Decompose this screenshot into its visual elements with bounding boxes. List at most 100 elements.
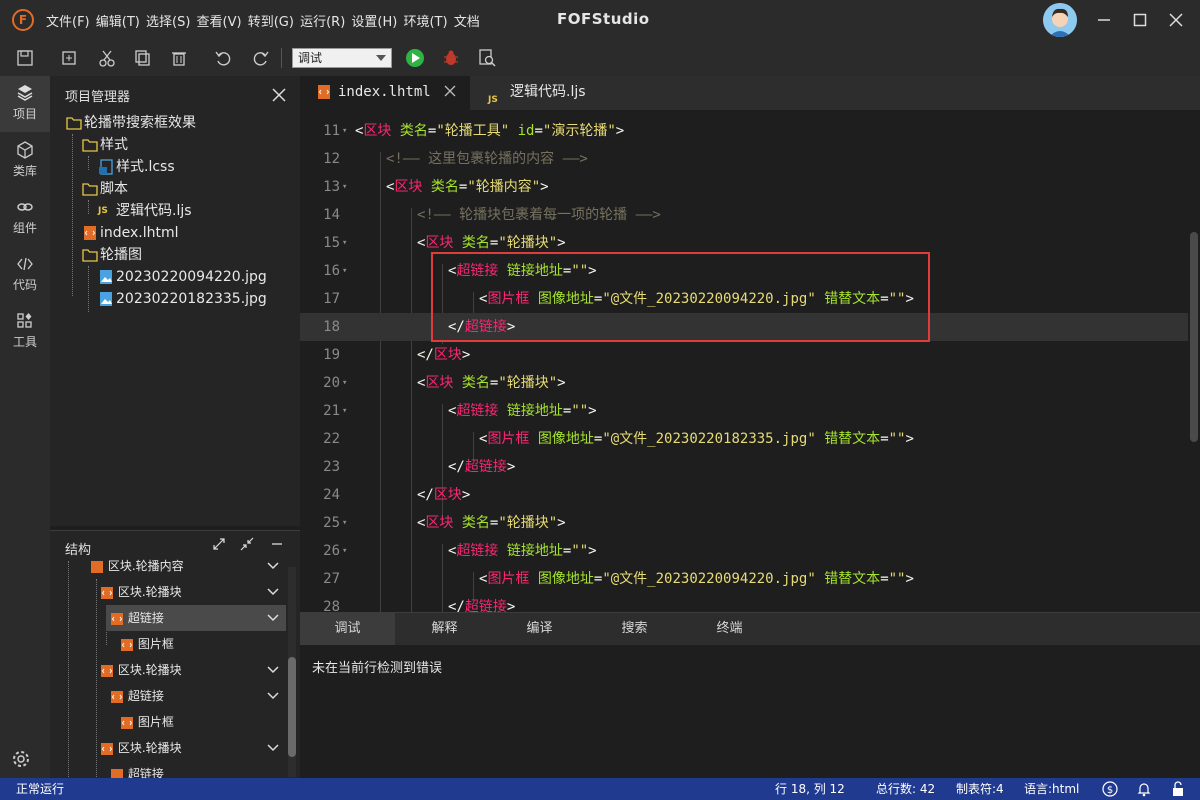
structure-row[interactable]: 超链接 <box>110 761 286 778</box>
dollar-icon[interactable]: $ <box>1102 781 1118 800</box>
code-editor[interactable]: 11 ▾ <区块 类名="轮播工具" id="演示轮播"> 12 <!—— 这里包裹轮播… <box>300 112 1200 612</box>
tab-logic-ljs[interactable]: JS 逻辑代码.ljs <box>472 76 622 110</box>
menu-view[interactable]: 查看(V) <box>197 15 242 30</box>
fold-chevron-icon[interactable]: ▾ <box>342 397 347 425</box>
redo-icon[interactable] <box>250 47 272 69</box>
structure-row[interactable]: 区块.轮播内容 <box>90 553 286 579</box>
cut-icon[interactable] <box>96 47 118 69</box>
tree-file-image[interactable]: 20230220094220.jpg <box>98 266 267 288</box>
fold-chevron-icon[interactable]: ▾ <box>342 257 347 285</box>
search-file-icon[interactable] <box>476 47 498 69</box>
status-tab-size[interactable]: 制表符:4 <box>956 778 1004 800</box>
tab-compile[interactable]: 编译 <box>492 613 587 645</box>
tab-close-icon[interactable] <box>444 85 456 101</box>
code-line[interactable]: 27 <图片框 图像地址="@文件_20230220094220.jpg" 错替文… <box>300 565 1200 593</box>
fold-chevron-icon[interactable]: ▾ <box>342 173 347 201</box>
structure-row[interactable]: 区块.轮播块 <box>100 579 286 605</box>
fold-chevron-icon[interactable]: ▾ <box>342 509 347 537</box>
structure-scrollbar-thumb[interactable] <box>288 657 296 757</box>
code-line[interactable]: 24 </区块> <box>300 481 1200 509</box>
menu-run[interactable]: 运行(R) <box>300 15 345 30</box>
structure-label: 图片框 <box>137 715 174 729</box>
close-button[interactable] <box>1164 8 1188 32</box>
chevron-down-icon[interactable] <box>266 683 280 709</box>
code-line[interactable]: 21 ▾ <超链接 链接地址=""> <box>300 397 1200 425</box>
tree-folder-root[interactable]: 轮播带搜索框效果 <box>66 112 196 134</box>
run-icon[interactable] <box>404 47 426 69</box>
minimize-button[interactable] <box>1092 8 1116 32</box>
activity-tools[interactable]: 工具 <box>0 304 50 360</box>
chevron-down-icon[interactable] <box>266 553 280 579</box>
save-all-icon[interactable] <box>58 47 80 69</box>
fold-chevron-icon[interactable]: ▾ <box>342 229 347 257</box>
tree-folder-script[interactable]: 脚本 <box>82 178 128 200</box>
maximize-button[interactable] <box>1128 8 1152 32</box>
menu-environment[interactable]: 环境(T) <box>403 15 447 30</box>
run-mode-select[interactable]: 调试 <box>292 48 392 68</box>
menu-settings[interactable]: 设置(H) <box>351 15 397 30</box>
close-icon[interactable] <box>272 84 286 107</box>
tree-folder-carousel[interactable]: 轮播图 <box>82 244 142 266</box>
bell-icon[interactable] <box>1136 781 1152 800</box>
structure-scrollbar[interactable] <box>288 567 296 777</box>
code-line[interactable]: 12 <!—— 这里包裹轮播的内容 ——> <box>300 145 1200 173</box>
line-number: 24 <box>323 487 340 503</box>
structure-row[interactable]: 图片框 <box>120 631 286 657</box>
undo-icon[interactable] <box>212 47 234 69</box>
tab-search[interactable]: 搜索 <box>587 613 682 645</box>
code-line[interactable]: 22 <图片框 图像地址="@文件_20230220182335.jpg" 错替文… <box>300 425 1200 453</box>
debug-icon[interactable] <box>440 47 462 69</box>
tree-file-html[interactable]: index.lhtml <box>82 222 179 244</box>
menu-file[interactable]: 文件(F) <box>46 15 90 30</box>
code-line[interactable]: 19 </区块> <box>300 341 1200 369</box>
menu-select[interactable]: 选择(S) <box>146 15 190 30</box>
code-line[interactable]: 20 ▾ <区块 类名="轮播块"> <box>300 369 1200 397</box>
tab-interpret[interactable]: 解释 <box>397 613 492 645</box>
status-cursor-position[interactable]: 行 18, 列 12 <box>775 778 845 800</box>
activity-project[interactable]: 项目 <box>0 76 50 132</box>
code-line[interactable]: 25 ▾ <区块 类名="轮播块"> <box>300 509 1200 537</box>
fold-chevron-icon[interactable]: ▾ <box>342 537 347 565</box>
menu-edit[interactable]: 编辑(T) <box>96 15 140 30</box>
tab-terminal[interactable]: 终端 <box>682 613 777 645</box>
activity-library[interactable]: 类库 <box>0 133 50 189</box>
menu-docs[interactable]: 文档 <box>454 15 480 30</box>
chevron-down-icon[interactable] <box>266 657 280 683</box>
code-line[interactable]: 14 <!—— 轮播块包裹着每一项的轮播 ——> <box>300 201 1200 229</box>
activity-components[interactable]: 组件 <box>0 190 50 246</box>
code-line[interactable]: 11 ▾ <区块 类名="轮播工具" id="演示轮播"> <box>300 117 1200 145</box>
settings-gear-icon[interactable] <box>10 748 32 770</box>
structure-row[interactable]: 图片框 <box>120 709 286 735</box>
code-line[interactable]: 26 ▾ <超链接 链接地址=""> <box>300 537 1200 565</box>
activity-code[interactable]: 代码 <box>0 247 50 303</box>
tree-folder-style[interactable]: 样式 <box>82 134 128 156</box>
menu-goto[interactable]: 转到(G) <box>248 15 294 30</box>
structure-row[interactable]: 超链接 <box>110 683 286 709</box>
structure-row[interactable]: 区块.轮播块 <box>100 657 286 683</box>
status-language[interactable]: 语言:html <box>1024 778 1079 800</box>
tree-file-js[interactable]: JS 逻辑代码.ljs <box>98 200 192 222</box>
tree-file-css[interactable]: 样式.lcss <box>98 156 175 178</box>
save-icon[interactable] <box>14 47 36 69</box>
tree-file-image[interactable]: 20230220182335.jpg <box>98 288 267 310</box>
chevron-down-icon[interactable] <box>266 579 280 605</box>
delete-icon[interactable] <box>168 47 190 69</box>
editor-scrollbar[interactable] <box>1188 112 1200 612</box>
fold-chevron-icon[interactable]: ▾ <box>342 117 347 145</box>
title-bar: F 文件(F) 编辑(T) 选择(S) 查看(V) 转到(G) 运行(R) 设置… <box>0 0 1200 40</box>
project-panel-title: 项目管理器 <box>65 90 131 105</box>
code-line[interactable]: 13 ▾ <区块 类名="轮播内容"> <box>300 173 1200 201</box>
editor-scrollbar-thumb[interactable] <box>1190 232 1198 442</box>
chevron-down-icon[interactable] <box>266 605 280 631</box>
structure-row[interactable]: 区块.轮播块 <box>100 735 286 761</box>
fold-chevron-icon[interactable]: ▾ <box>342 369 347 397</box>
html-element-icon <box>111 768 123 778</box>
code-line[interactable]: 23 </超链接> <box>300 453 1200 481</box>
unlock-icon[interactable] <box>1170 781 1186 800</box>
structure-row-selected[interactable]: 超链接 <box>106 605 286 631</box>
user-avatar[interactable] <box>1043 3 1077 37</box>
chevron-down-icon[interactable] <box>266 735 280 761</box>
copy-icon[interactable] <box>132 47 154 69</box>
code-line[interactable]: 28 </超链接> <box>300 593 1200 612</box>
tab-debug[interactable]: 调试 <box>300 613 395 645</box>
